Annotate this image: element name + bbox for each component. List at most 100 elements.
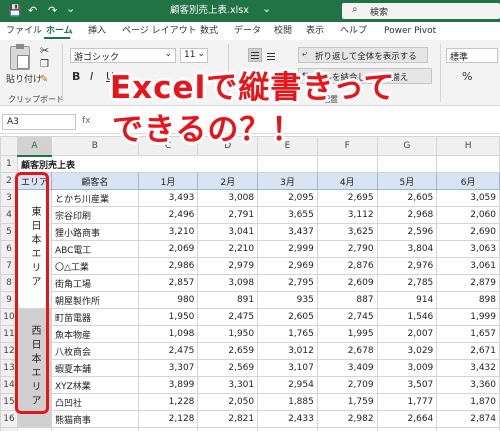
- customer-name-cell[interactable]: 八枚商会: [50, 342, 139, 360]
- sales-cell[interactable]: 2,069: [137, 240, 199, 258]
- sales-cell[interactable]: 2,785: [376, 274, 438, 292]
- sales-cell[interactable]: 935: [257, 291, 318, 309]
- customer-name-cell[interactable]: 町苗電器: [50, 308, 139, 326]
- customer-name-cell[interactable]: 魚本物産: [50, 325, 139, 343]
- sales-cell[interactable]: 3,625: [316, 223, 378, 241]
- sales-cell[interactable]: 1,759: [316, 393, 378, 411]
- header-cell-jun[interactable]: 6月: [436, 172, 500, 190]
- cell[interactable]: [376, 155, 438, 173]
- header-cell-may[interactable]: 5月: [376, 172, 438, 190]
- sales-cell[interactable]: 1,098: [137, 325, 199, 343]
- sales-cell[interactable]: 2,496: [137, 206, 199, 224]
- cell[interactable]: [257, 155, 318, 173]
- sales-cell[interactable]: 1,870: [436, 393, 500, 411]
- sales-cell[interactable]: 2,745: [316, 308, 378, 326]
- sales-cell[interactable]: 2,791: [197, 206, 259, 224]
- column-header-g[interactable]: G: [376, 136, 438, 156]
- sales-cell[interactable]: 2,210: [197, 240, 259, 258]
- cell[interactable]: [197, 155, 259, 173]
- sales-cell[interactable]: 2,979: [197, 257, 259, 275]
- cell[interactable]: [16, 427, 52, 431]
- sales-cell[interactable]: 2,821: [197, 410, 259, 428]
- column-header-h[interactable]: H: [436, 136, 500, 156]
- row-header[interactable]: 1: [0, 155, 18, 173]
- sales-cell[interactable]: 1,657: [436, 325, 500, 343]
- align-middle-button[interactable]: [248, 48, 262, 62]
- cell[interactable]: [316, 427, 378, 431]
- sales-cell[interactable]: 3,009: [376, 359, 438, 377]
- save-icon[interactable]: 💾: [8, 3, 22, 19]
- sales-cell[interactable]: 2,569: [197, 359, 259, 377]
- header-cell-apr[interactable]: 4月: [316, 172, 378, 190]
- customer-name-cell[interactable]: XYZ林業: [50, 376, 139, 394]
- row-header[interactable]: 16: [0, 410, 18, 428]
- wrap-text-button[interactable]: ⤶ 折り返して全体を表示する: [298, 47, 428, 63]
- header-cell-feb[interactable]: 2月: [197, 172, 259, 190]
- sales-cell[interactable]: 3,432: [436, 359, 500, 377]
- copy-icon[interactable]: ❐: [40, 59, 49, 70]
- cell[interactable]: [376, 427, 438, 431]
- cell[interactable]: [257, 427, 318, 431]
- sales-cell[interactable]: 3,307: [137, 359, 199, 377]
- search-box[interactable]: ⌕ 検索: [342, 3, 500, 19]
- sales-cell[interactable]: 2,609: [316, 274, 378, 292]
- customer-name-cell[interactable]: 〇△工業: [50, 257, 139, 275]
- sales-cell[interactable]: 2,596: [376, 223, 438, 241]
- sales-cell[interactable]: 2,999: [257, 240, 318, 258]
- cell[interactable]: [316, 155, 378, 173]
- sales-cell[interactable]: 2,795: [257, 274, 318, 292]
- sales-cell[interactable]: 2,695: [316, 189, 378, 207]
- customer-name-cell[interactable]: 狸小路商事: [50, 223, 139, 241]
- header-cell-customer[interactable]: 顧客名: [50, 172, 139, 190]
- sales-cell[interactable]: 1,950: [197, 325, 259, 343]
- sales-cell[interactable]: 2,095: [257, 189, 318, 207]
- sales-cell[interactable]: 2,050: [197, 393, 259, 411]
- customer-name-cell[interactable]: 朝屋製作所: [50, 291, 139, 309]
- sales-cell[interactable]: 1,546: [376, 308, 438, 326]
- percent-button[interactable]: %: [462, 70, 472, 83]
- sales-cell[interactable]: 3,804: [376, 240, 438, 258]
- sales-cell[interactable]: 2,968: [376, 206, 438, 224]
- chevron-down-icon[interactable]: ⌄: [262, 1, 271, 17]
- cell[interactable]: [50, 427, 139, 431]
- sales-cell[interactable]: 2,007: [376, 325, 438, 343]
- column-header-f[interactable]: F: [316, 136, 378, 156]
- tab-insert[interactable]: 挿入: [88, 25, 106, 37]
- sales-cell[interactable]: 1,999: [436, 308, 500, 326]
- tab-review[interactable]: 校閲: [274, 25, 292, 37]
- paste-button[interactable]: 貼り付け: [6, 72, 42, 85]
- sales-cell[interactable]: 1,765: [257, 325, 318, 343]
- customer-name-cell[interactable]: とかち川産業: [50, 189, 139, 207]
- sales-cell[interactable]: 3,409: [316, 359, 378, 377]
- sales-cell[interactable]: 2,876: [316, 257, 378, 275]
- sales-cell[interactable]: 2,709: [316, 376, 378, 394]
- cell[interactable]: [436, 427, 500, 431]
- tab-data[interactable]: データ: [234, 25, 261, 37]
- sheet-title-cell[interactable]: 顧客別売上表: [16, 155, 198, 173]
- column-header-a[interactable]: A: [16, 136, 52, 157]
- sales-cell[interactable]: 2,433: [257, 410, 318, 428]
- customer-name-cell[interactable]: 熊猫商事: [50, 410, 139, 428]
- row-header[interactable]: 17: [0, 427, 18, 431]
- sales-cell[interactable]: 3,437: [257, 223, 318, 241]
- sales-cell[interactable]: 891: [197, 291, 259, 309]
- sales-cell[interactable]: 3,360: [436, 376, 500, 394]
- sales-cell[interactable]: 2,986: [137, 257, 199, 275]
- italic-button[interactable]: I: [90, 70, 93, 83]
- sales-cell[interactable]: 2,954: [257, 376, 318, 394]
- sales-cell[interactable]: 980: [137, 291, 199, 309]
- sales-cell[interactable]: 3,061: [436, 257, 500, 275]
- tab-home[interactable]: ホーム: [46, 25, 73, 37]
- align-bottom-icon[interactable]: [266, 49, 278, 61]
- customer-name-cell[interactable]: 凸凹社: [50, 393, 139, 411]
- sales-cell[interactable]: 2,475: [197, 308, 259, 326]
- sales-cell[interactable]: 3,008: [197, 189, 259, 207]
- sales-cell[interactable]: 1,995: [316, 325, 378, 343]
- sales-cell[interactable]: 2,060: [436, 206, 500, 224]
- name-box[interactable]: A3: [2, 114, 76, 130]
- fx-icon[interactable]: fx: [82, 116, 91, 126]
- sales-cell[interactable]: 3,507: [376, 376, 438, 394]
- sales-cell[interactable]: 3,493: [137, 189, 199, 207]
- customer-name-cell[interactable]: ABC電工: [50, 240, 139, 258]
- sales-cell[interactable]: 2,671: [436, 342, 500, 360]
